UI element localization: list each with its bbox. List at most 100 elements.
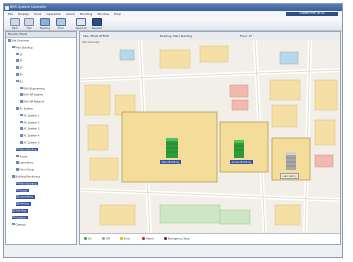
site-map[interactable] bbox=[80, 40, 340, 235]
tree-node-label: Main Building bbox=[19, 182, 37, 186]
tree-node-icon bbox=[16, 188, 19, 192]
tree-node-label: EHU-Engineering bbox=[23, 86, 45, 90]
tree-node[interactable]: EHU-Engineering bbox=[20, 86, 45, 91]
tree-node[interactable]: AC System 3 bbox=[20, 127, 39, 131]
tree-node-label: 4F bbox=[19, 73, 23, 77]
navigation-tree-panel: Monitor Mode Site Overview Main Building 1… bbox=[5, 31, 77, 245]
tree-node-label: Floor Group bbox=[19, 168, 35, 172]
menu-window[interactable]: Window bbox=[97, 12, 109, 16]
tree-node-label: Site Overview bbox=[11, 39, 29, 43]
tree-node-label: Parking bbox=[19, 202, 29, 206]
tree-node[interactable]: EHU-HP System bbox=[20, 93, 43, 97]
tree-node-icon bbox=[16, 73, 19, 76]
laboratory-icon bbox=[286, 152, 296, 170]
floor-button[interactable]: Floor bbox=[54, 18, 68, 30]
main-building-label[interactable]: Main Building bbox=[160, 160, 181, 165]
building-button[interactable]: Building bbox=[38, 18, 52, 30]
tree-node[interactable]: Site Map bbox=[12, 209, 29, 213]
tree-node[interactable]: 3F bbox=[16, 66, 23, 70]
laboratory-label[interactable]: Laboratory bbox=[280, 173, 300, 180]
menu-alarm[interactable]: Alarm bbox=[66, 12, 75, 16]
floor-label: Floor: 1F bbox=[240, 34, 253, 38]
tree-node-label: Annex bbox=[19, 188, 28, 192]
tree-node[interactable]: EHU-HP Network bbox=[20, 100, 44, 104]
tree-node-icon bbox=[16, 195, 19, 198]
select-all-button[interactable]: Select All bbox=[74, 18, 88, 30]
tree-node-label: AC System 1 bbox=[23, 114, 40, 118]
tree-node[interactable]: Main Building bbox=[12, 45, 33, 50]
tree-node[interactable]: AC System 1 bbox=[20, 113, 40, 118]
app-window: BMS System Controller File Display Tools… bbox=[3, 3, 343, 258]
building-label: Building: Main Building bbox=[160, 34, 193, 38]
tree-node-label: 1F bbox=[19, 52, 23, 56]
tree-node[interactable]: B1 bbox=[16, 79, 23, 84]
menu-operation[interactable]: Operation bbox=[46, 12, 61, 16]
tree-node-label: Laboratory bbox=[19, 195, 34, 199]
deselect-button[interactable]: Deselect bbox=[90, 18, 104, 30]
status-dot-icon bbox=[102, 237, 105, 240]
tree-node-icon bbox=[16, 168, 19, 171]
tree-node-label: Main Building bbox=[19, 148, 37, 152]
select-all-icon bbox=[76, 18, 86, 26]
tree-node-label: AC System 4 bbox=[23, 134, 40, 138]
tree-node-icon bbox=[20, 134, 23, 137]
tree-node-icon bbox=[12, 222, 15, 226]
tree-node-label: Main Building bbox=[15, 46, 33, 50]
forward-button[interactable]: Fwd bbox=[22, 18, 36, 30]
tree-node[interactable]: Campus bbox=[12, 222, 26, 227]
tree-node-icon bbox=[20, 100, 23, 103]
tree-node-label: Site Map bbox=[15, 209, 27, 213]
tree-node[interactable]: AC System 4 bbox=[20, 134, 39, 138]
tree-node[interactable]: Parking bbox=[16, 202, 31, 206]
building-icon bbox=[40, 18, 50, 26]
tree-node[interactable]: Main Building bbox=[16, 181, 39, 186]
tree-node[interactable]: 1F bbox=[16, 52, 23, 57]
menu-building[interactable]: Building bbox=[80, 12, 92, 16]
tree-node[interactable]: Site Overview bbox=[8, 39, 29, 43]
tree-node[interactable]: Building Monitoring bbox=[12, 175, 40, 179]
title-bar: BMS System Controller bbox=[4, 4, 342, 11]
tree-node[interactable]: Laboratory bbox=[16, 161, 33, 165]
tree-node-icon bbox=[12, 209, 15, 212]
menu-help[interactable]: Help bbox=[114, 12, 121, 16]
menu-tools[interactable]: Tools bbox=[34, 12, 41, 16]
tree-node[interactable]: Outdoor bbox=[12, 215, 28, 220]
site-label: Site: HEAD OFFICE bbox=[83, 34, 109, 38]
tree-node-label: AC System 5 bbox=[23, 141, 40, 145]
status-dot-icon bbox=[164, 237, 167, 240]
tree-node[interactable]: Annex bbox=[16, 188, 30, 193]
tree-node-icon bbox=[16, 181, 19, 185]
tree-node-icon bbox=[20, 113, 23, 117]
annex-building-label[interactable]: Annex Building bbox=[230, 160, 253, 165]
tree-node[interactable]: 2F bbox=[16, 59, 23, 63]
tree-node[interactable]: Annex bbox=[16, 154, 27, 159]
toolbar: Back Fwd Building Floor Select All Desel… bbox=[4, 17, 342, 31]
annex-building-icon bbox=[234, 140, 244, 158]
legend-emergency-stop: Emergency Stop bbox=[164, 237, 189, 241]
tree-node-icon bbox=[16, 161, 19, 164]
tree-node-icon bbox=[20, 127, 23, 130]
back-button[interactable]: Back bbox=[8, 18, 22, 30]
tree-node[interactable]: 4F bbox=[16, 73, 23, 77]
tree-node[interactable]: Floor Group bbox=[16, 168, 34, 172]
tree-node[interactable]: AC System bbox=[16, 107, 33, 111]
connection-status: CONNECTED 00:00 bbox=[286, 12, 338, 16]
tree-node[interactable]: Main Building bbox=[16, 147, 39, 152]
tree-node-icon bbox=[16, 147, 19, 151]
tree-node-icon bbox=[12, 175, 15, 178]
status-dot-icon bbox=[142, 237, 145, 240]
tree-node-label: EHU-HP Network bbox=[23, 100, 45, 104]
map-view-panel: Site: HEAD OFFICE Building: Main Buildin… bbox=[79, 31, 341, 245]
menu-file[interactable]: File bbox=[8, 12, 13, 16]
tree-node[interactable]: AC System 2 bbox=[20, 120, 39, 125]
tree-node-icon bbox=[20, 86, 23, 90]
tree-node-label: B1 bbox=[19, 80, 23, 84]
tree-node[interactable]: AC System 5 bbox=[20, 141, 39, 145]
app-icon bbox=[5, 5, 9, 10]
main-building-icon bbox=[166, 138, 178, 158]
tree-node-label: AC System bbox=[19, 107, 34, 111]
menu-display[interactable]: Display bbox=[18, 12, 29, 16]
deselect-icon bbox=[92, 18, 102, 26]
legend-on: On bbox=[84, 237, 92, 241]
tree-node[interactable]: Laboratory bbox=[16, 195, 36, 199]
